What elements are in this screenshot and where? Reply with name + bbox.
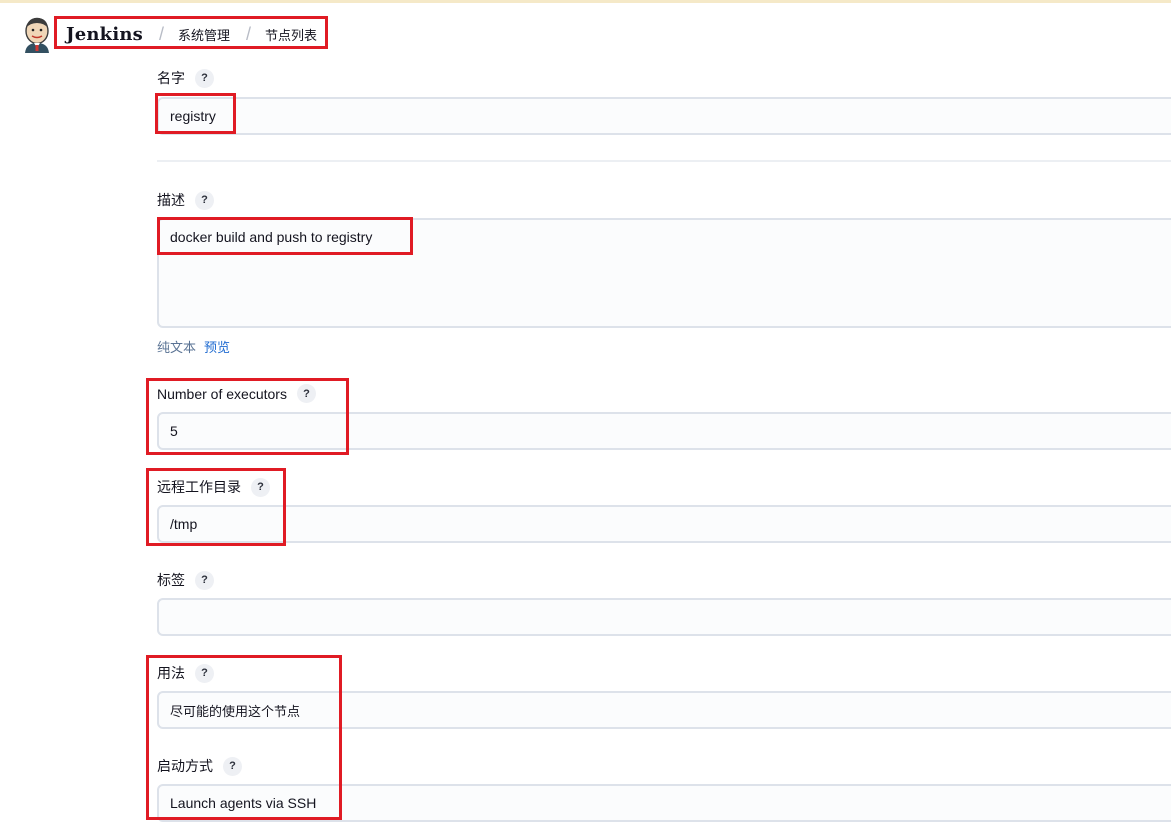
remote-dir-label: 远程工作目录	[157, 479, 241, 495]
usage-select[interactable]: 尽可能的使用这个节点	[157, 691, 1171, 729]
usage-help-icon[interactable]: ?	[195, 663, 214, 683]
breadcrumb-separator: /	[246, 23, 252, 44]
labels-label-row: 标签 ?	[157, 570, 214, 590]
launch-help-icon[interactable]: ?	[223, 756, 242, 776]
plain-text-label: 纯文本	[157, 340, 197, 355]
executors-input[interactable]: 5	[157, 412, 1171, 450]
breadcrumb-node-list[interactable]: 节点列表	[265, 25, 317, 44]
labels-label: 标签	[157, 572, 185, 588]
name-help-icon[interactable]: ?	[195, 68, 214, 88]
brand-link[interactable]: Jenkins	[66, 24, 143, 45]
launch-method-select[interactable]: Launch agents via SSH	[157, 784, 1171, 822]
breadcrumb-manage-jenkins[interactable]: 系统管理	[178, 25, 230, 44]
description-label-row: 描述 ?	[157, 190, 214, 210]
labels-input[interactable]	[157, 598, 1171, 636]
remote-dir-input[interactable]: /tmp	[157, 505, 1171, 543]
description-textarea[interactable]: docker build and push to registry	[157, 218, 1171, 328]
top-accent-line	[0, 0, 1171, 3]
launch-label: 启动方式	[157, 758, 213, 774]
executors-label-row: Number of executors ?	[157, 384, 316, 403]
preview-link[interactable]: 预览	[204, 337, 230, 356]
section-divider	[157, 160, 1171, 162]
usage-label-row: 用法 ?	[157, 663, 214, 683]
labels-help-icon[interactable]: ?	[195, 570, 214, 590]
description-help-icon[interactable]: ?	[195, 190, 214, 210]
executors-help-icon[interactable]: ?	[296, 384, 316, 403]
usage-label: 用法	[157, 665, 185, 681]
name-label-row: 名字 ?	[157, 68, 214, 88]
page-header: Jenkins / 系统管理 / 节点列表	[20, 14, 323, 54]
breadcrumb-separator: /	[159, 23, 165, 44]
name-label: 名字	[157, 70, 185, 86]
executors-label: Number of executors	[157, 385, 287, 402]
description-label: 描述	[157, 192, 185, 208]
jenkins-logo-icon[interactable]	[20, 15, 54, 53]
breadcrumb: Jenkins / 系统管理 / 节点列表	[58, 18, 323, 51]
text-format-row: 纯文本 预览	[157, 337, 230, 356]
launch-label-row: 启动方式 ?	[157, 756, 242, 776]
remote-dir-help-icon[interactable]: ?	[251, 477, 270, 497]
name-input[interactable]: registry	[157, 97, 1171, 135]
remote-dir-label-row: 远程工作目录 ?	[157, 477, 270, 497]
